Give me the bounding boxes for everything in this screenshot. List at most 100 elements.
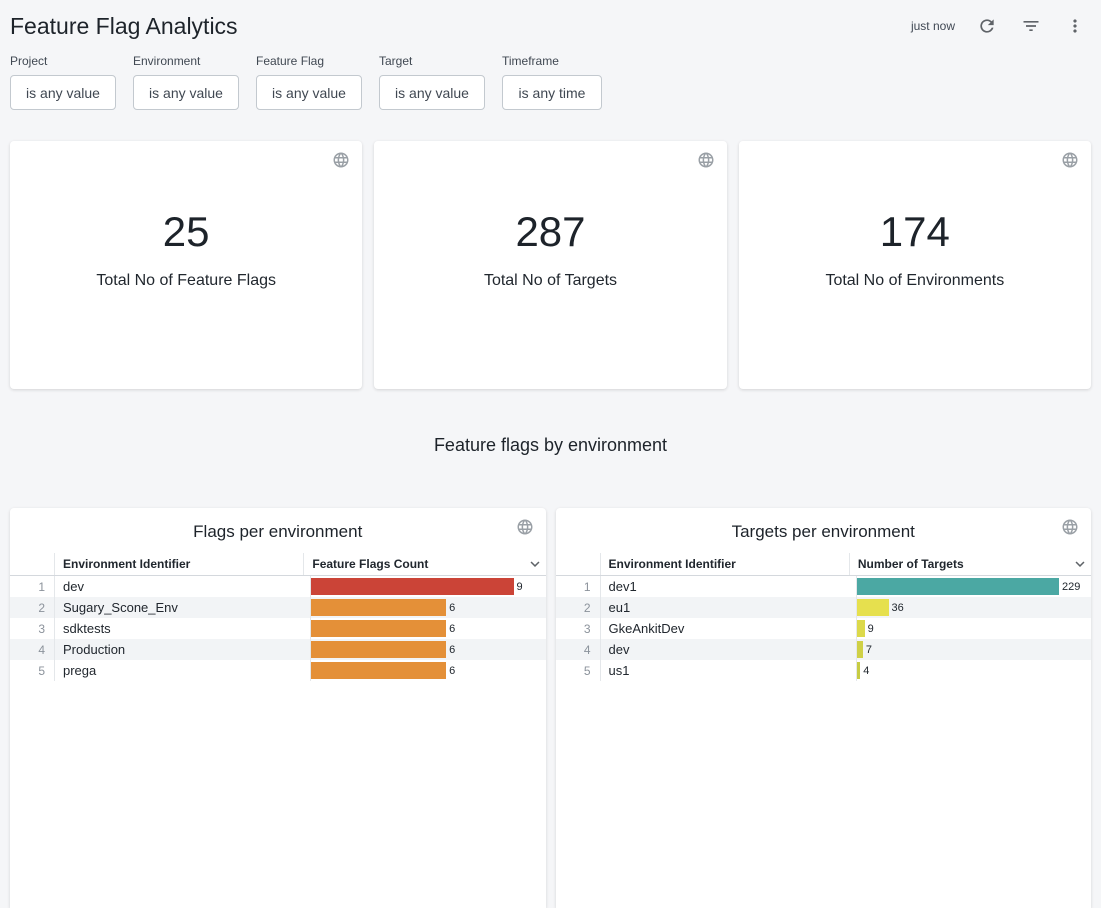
table-row[interactable]: 1dev9 xyxy=(10,576,546,597)
row-index: 4 xyxy=(556,639,600,660)
environment-cell: eu1 xyxy=(600,597,856,618)
count-cell: 9 xyxy=(310,576,545,597)
count-bar xyxy=(857,641,863,658)
count-cell: 4 xyxy=(856,660,1091,681)
filter-bar: Project is any value Environment is any … xyxy=(0,46,1101,128)
table-row[interactable]: 1dev1 229 xyxy=(556,576,1092,597)
filter-timeframe-value-button[interactable]: is any time xyxy=(502,75,602,110)
last-updated: just now xyxy=(911,19,955,33)
filter-label: Timeframe xyxy=(502,54,602,68)
table-body: 1dev92Sugary_Scone_Env63sdktests64Produc… xyxy=(10,576,546,681)
table-body: 1dev12292eu1363GkeAnkitDev94dev75us14 xyxy=(556,576,1092,681)
row-index: 1 xyxy=(556,576,600,597)
filter-target: Target is any value xyxy=(379,54,485,110)
filter-label: Project xyxy=(10,54,116,68)
row-index: 1 xyxy=(10,576,54,597)
chevron-down-icon[interactable] xyxy=(526,555,544,573)
filter-environment: Environment is any value xyxy=(133,54,239,110)
count-value: 6 xyxy=(449,644,455,656)
count-value: 9 xyxy=(517,581,523,593)
kebab-menu-icon[interactable] xyxy=(1063,14,1087,38)
filter-project-value-button[interactable]: is any value xyxy=(10,75,116,110)
count-bar xyxy=(857,578,1059,595)
environment-cell: Production xyxy=(54,639,310,660)
filter-icon[interactable] xyxy=(1019,14,1043,38)
environment-cell: us1 xyxy=(600,660,856,681)
page-title: Feature Flag Analytics xyxy=(10,13,238,40)
header-actions: just now xyxy=(911,14,1087,38)
stat-value: 174 xyxy=(825,208,1004,256)
count-cell: 6 xyxy=(310,597,545,618)
table-row[interactable]: 3sdktests6 xyxy=(10,618,546,639)
stat-value: 25 xyxy=(96,208,276,256)
stat-card-targets: 287 Total No of Targets xyxy=(374,141,726,389)
row-index: 5 xyxy=(556,660,600,681)
globe-icon[interactable] xyxy=(697,151,715,174)
targets-per-environment-table: Targets per environment Environment Iden… xyxy=(556,508,1092,908)
row-index: 2 xyxy=(10,597,54,618)
filter-timeframe: Timeframe is any time xyxy=(502,54,602,110)
globe-icon[interactable] xyxy=(1061,518,1079,541)
environment-cell: dev1 xyxy=(600,576,856,597)
table-row[interactable]: 3GkeAnkitDev 9 xyxy=(556,618,1092,639)
table-row[interactable]: 2Sugary_Scone_Env 6 xyxy=(10,597,546,618)
count-value: 229 xyxy=(1062,581,1080,593)
filter-project: Project is any value xyxy=(10,54,116,110)
tables-row: Flags per environment Environment Identi… xyxy=(10,508,1091,908)
count-cell: 36 xyxy=(856,597,1091,618)
row-index: 3 xyxy=(10,618,54,639)
count-bar xyxy=(857,620,865,637)
count-bar xyxy=(311,641,446,658)
row-index: 3 xyxy=(556,618,600,639)
table-row[interactable]: 4dev 7 xyxy=(556,639,1092,660)
count-bar xyxy=(311,620,446,637)
chevron-down-icon[interactable] xyxy=(1071,555,1089,573)
table-title: Flags per environment xyxy=(10,516,546,553)
count-bar xyxy=(857,599,889,616)
filter-feature-flag: Feature Flag is any value xyxy=(256,54,362,110)
dashboard-header: Feature Flag Analytics just now xyxy=(0,0,1101,46)
table-row[interactable]: 5prega6 xyxy=(10,660,546,681)
count-value: 9 xyxy=(868,623,874,635)
count-value: 6 xyxy=(449,623,455,635)
filter-label: Target xyxy=(379,54,485,68)
count-value: 6 xyxy=(449,602,455,614)
refresh-icon[interactable] xyxy=(975,14,999,38)
count-cell: 9 xyxy=(856,618,1091,639)
column-header-count: Feature Flags Count xyxy=(304,557,436,571)
environment-cell: prega xyxy=(54,660,310,681)
filter-environment-value-button[interactable]: is any value xyxy=(133,75,239,110)
count-value: 6 xyxy=(449,665,455,677)
filter-feature-flag-value-button[interactable]: is any value xyxy=(256,75,362,110)
table-title: Targets per environment xyxy=(556,516,1092,553)
flags-per-environment-table: Flags per environment Environment Identi… xyxy=(10,508,546,908)
table-header: Environment Identifier Number of Targets xyxy=(556,553,1092,576)
count-cell: 7 xyxy=(856,639,1091,660)
table-row[interactable]: 4Production6 xyxy=(10,639,546,660)
globe-icon[interactable] xyxy=(332,151,350,174)
stat-card-environments: 174 Total No of Environments xyxy=(739,141,1091,389)
count-value: 36 xyxy=(892,602,904,614)
globe-icon[interactable] xyxy=(516,518,534,541)
count-value: 7 xyxy=(866,644,872,656)
filter-label: Feature Flag xyxy=(256,54,362,68)
section-title: Feature flags by environment xyxy=(0,435,1101,456)
stat-label: Total No of Targets xyxy=(484,272,617,290)
count-cell: 6 xyxy=(310,660,545,681)
environment-cell: dev xyxy=(600,639,856,660)
count-bar xyxy=(857,662,861,679)
stat-value: 287 xyxy=(484,208,617,256)
count-value: 4 xyxy=(863,665,869,677)
count-bar xyxy=(311,599,446,616)
environment-cell: GkeAnkitDev xyxy=(600,618,856,639)
filter-label: Environment xyxy=(133,54,239,68)
environment-cell: Sugary_Scone_Env xyxy=(54,597,310,618)
table-header: Environment Identifier Feature Flags Cou… xyxy=(10,553,546,576)
count-cell: 6 xyxy=(310,639,545,660)
table-row[interactable]: 5us1 4 xyxy=(556,660,1092,681)
stat-cards-row: 25 Total No of Feature Flags 287 Total N… xyxy=(0,128,1101,389)
globe-icon[interactable] xyxy=(1061,151,1079,174)
stat-label: Total No of Environments xyxy=(825,272,1004,290)
table-row[interactable]: 2eu136 xyxy=(556,597,1092,618)
filter-target-value-button[interactable]: is any value xyxy=(379,75,485,110)
